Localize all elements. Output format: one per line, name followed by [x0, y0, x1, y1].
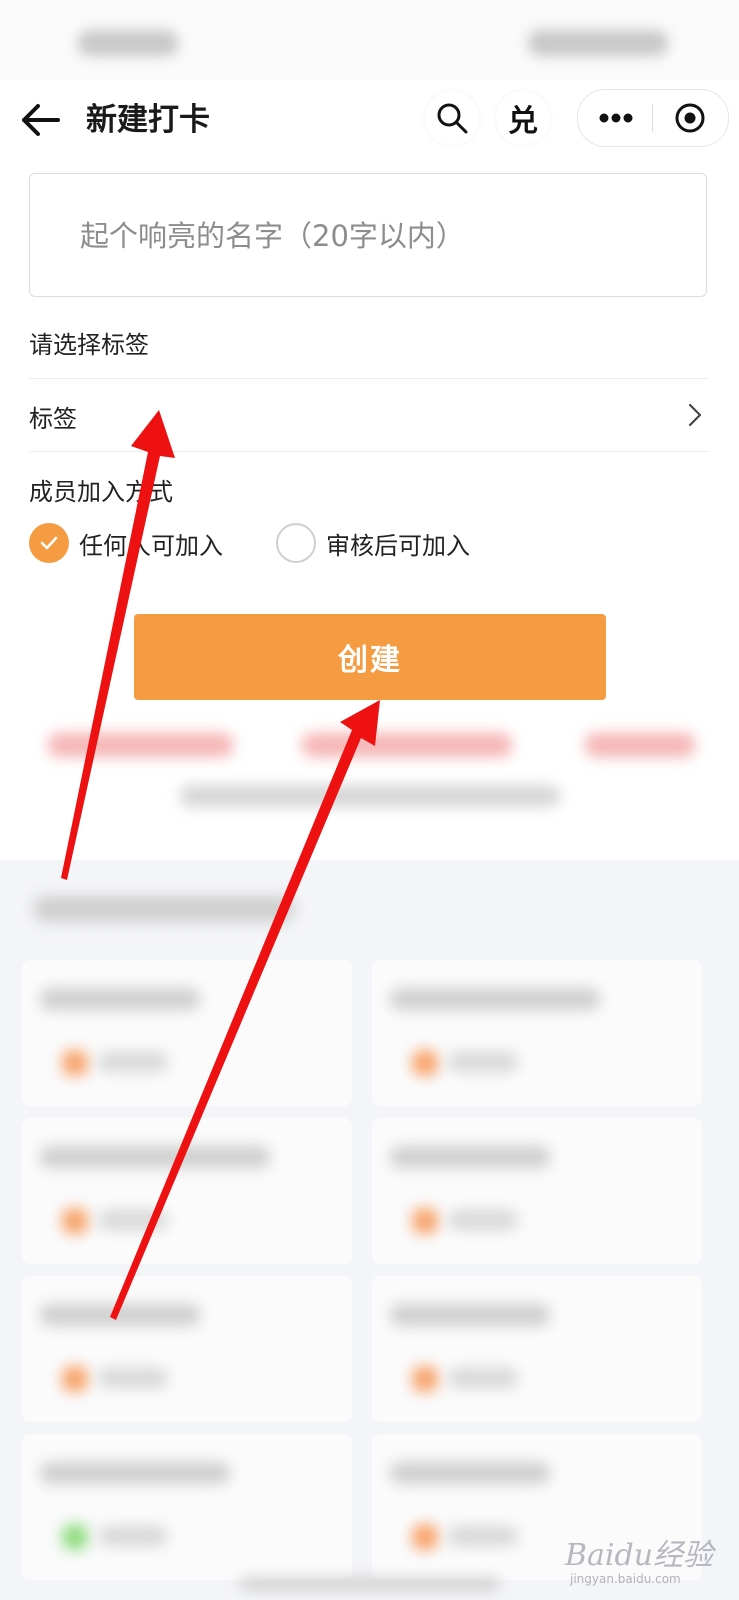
blurred-home-indicator — [240, 1578, 500, 1590]
radio-label: 任何人可加入 — [79, 531, 223, 560]
blurred-card — [372, 1118, 702, 1264]
search-icon — [437, 103, 468, 134]
radio-checked — [29, 523, 69, 563]
radio-label: 审核后可加入 — [326, 531, 470, 560]
status-time-blur — [78, 30, 178, 56]
name-input-box — [29, 173, 707, 297]
status-bar — [0, 0, 739, 80]
blurred-heading — [34, 896, 294, 922]
exchange-label: 兑 — [508, 104, 538, 139]
join-section-label: 成员加入方式 — [29, 478, 173, 506]
back-button[interactable] — [18, 98, 62, 142]
blurred-link — [302, 733, 512, 757]
tag-selector-row[interactable]: 标签 — [29, 378, 709, 452]
more-dots-icon — [599, 113, 633, 123]
blurred-text — [180, 785, 560, 807]
back-arrow-icon — [22, 104, 60, 136]
tag-section-label: 请选择标签 — [29, 331, 149, 359]
exchange-button[interactable]: 兑 — [496, 91, 550, 145]
baidu-watermark: Baidu经验 — [565, 1538, 714, 1573]
nav-bar: 新建打卡 兑 — [0, 80, 739, 160]
blurred-card — [372, 960, 702, 1106]
radio-unchecked — [276, 523, 316, 563]
blurred-recommendations — [0, 860, 739, 1600]
search-button[interactable] — [425, 91, 479, 145]
name-input[interactable] — [78, 210, 682, 262]
blurred-card — [22, 1276, 352, 1422]
baidu-watermark-site: jingyan.baidu.com — [570, 1572, 681, 1586]
page-title: 新建打卡 — [86, 102, 210, 138]
close-miniprogram-button[interactable] — [653, 90, 728, 146]
blurred-card — [22, 1118, 352, 1264]
status-icons-blur — [528, 30, 668, 56]
target-close-icon — [675, 103, 705, 133]
blurred-link — [585, 733, 695, 757]
chevron-right-icon — [688, 403, 702, 427]
tag-row-label: 标签 — [29, 405, 77, 433]
mini-program-capsule — [577, 89, 729, 147]
blurred-card — [22, 960, 352, 1106]
check-icon — [40, 536, 58, 550]
radio-approval-required[interactable]: 审核后可加入 — [276, 521, 470, 565]
more-button[interactable] — [578, 90, 652, 146]
blurred-card — [22, 1434, 352, 1580]
create-button[interactable]: 创建 — [134, 614, 606, 700]
blurred-card — [372, 1276, 702, 1422]
blurred-link — [48, 733, 233, 757]
radio-anyone-can-join[interactable]: 任何人可加入 — [29, 521, 223, 565]
